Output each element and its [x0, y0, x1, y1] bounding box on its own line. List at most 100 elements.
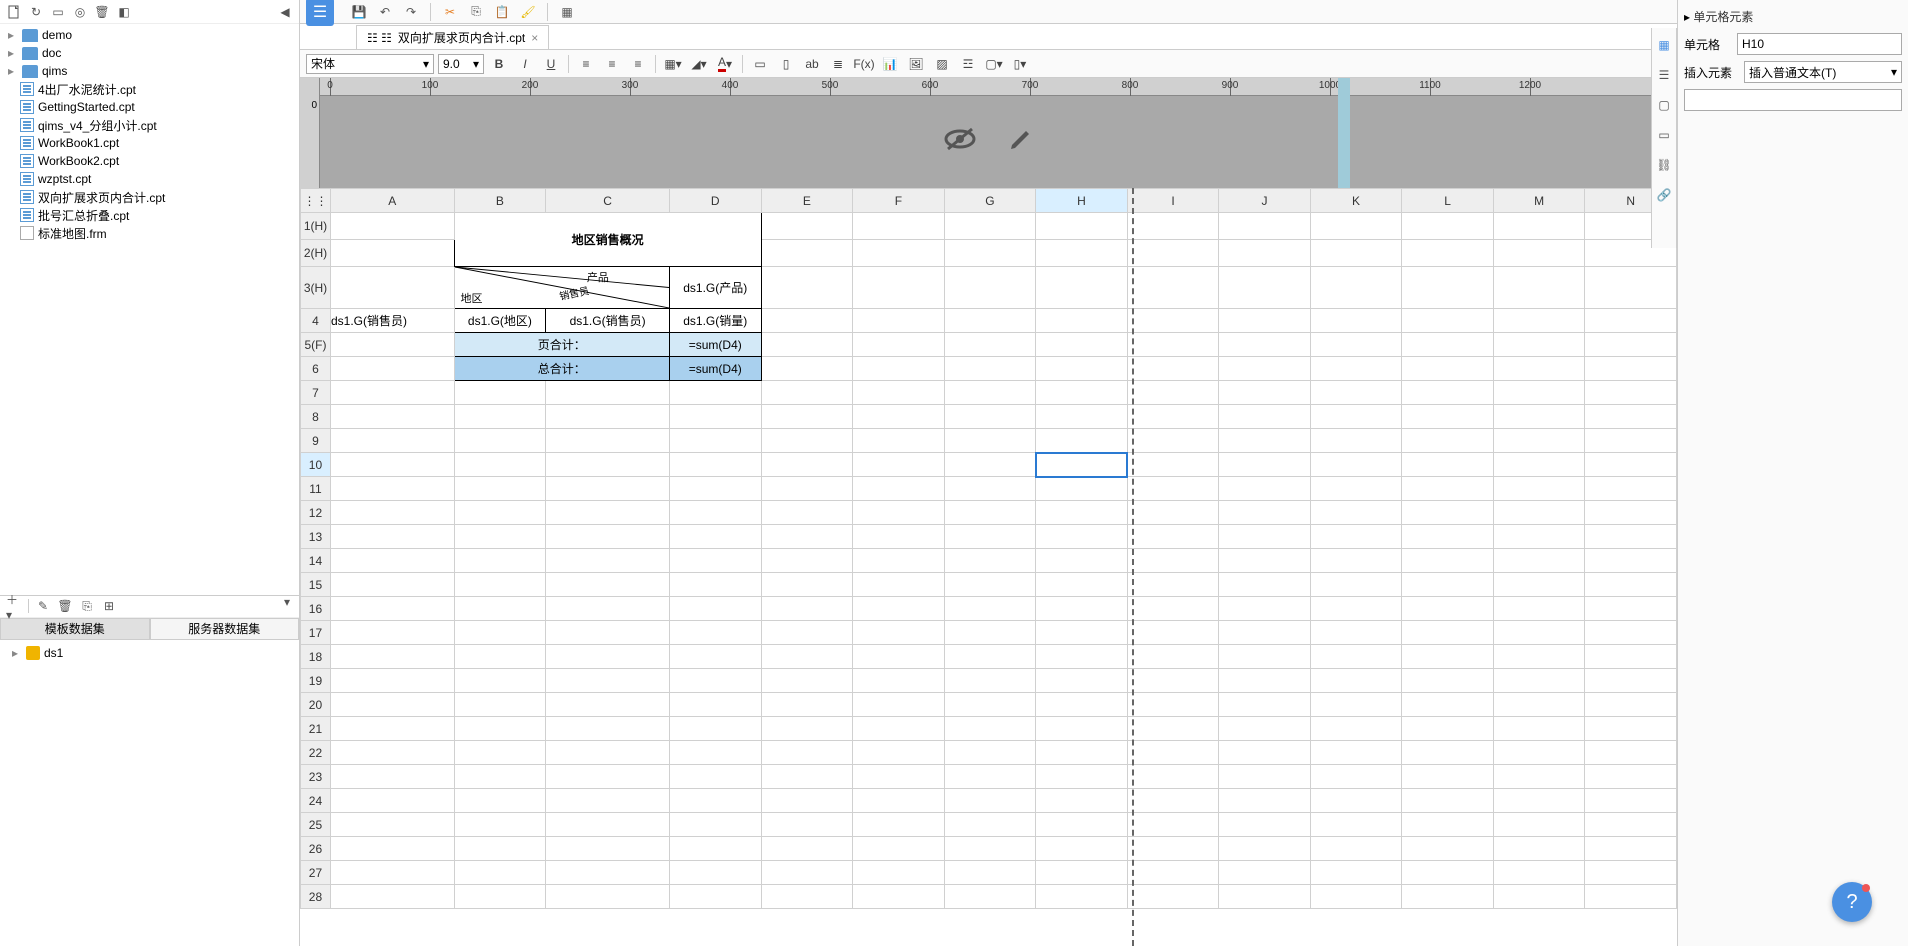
cell[interactable]	[1585, 501, 1677, 525]
cell[interactable]	[546, 525, 670, 549]
cell[interactable]	[546, 861, 670, 885]
file-item[interactable]: 标准地图.frm	[0, 224, 299, 242]
cell[interactable]	[1310, 213, 1402, 240]
dataset-item[interactable]: ▸ds1	[4, 644, 295, 662]
column-header[interactable]: M	[1493, 189, 1585, 213]
cell[interactable]	[1402, 717, 1494, 741]
cell[interactable]	[1127, 693, 1219, 717]
cell[interactable]	[1036, 333, 1128, 357]
cell[interactable]	[669, 573, 761, 597]
font-family-combo[interactable]: 宋体▾	[306, 54, 434, 74]
cell[interactable]	[669, 813, 761, 837]
column-header[interactable]: G	[944, 189, 1036, 213]
cell[interactable]	[853, 645, 945, 669]
file-item[interactable]: 双向扩展求页内合计.cpt	[0, 188, 299, 206]
cell[interactable]	[853, 573, 945, 597]
cell[interactable]	[1585, 525, 1677, 549]
cell[interactable]	[330, 333, 454, 357]
cell[interactable]	[853, 621, 945, 645]
cell[interactable]	[1127, 213, 1219, 240]
cell[interactable]	[1036, 357, 1128, 381]
cell[interactable]	[1493, 885, 1585, 909]
cell[interactable]	[454, 381, 546, 405]
cell[interactable]	[1036, 693, 1128, 717]
cell[interactable]	[944, 669, 1036, 693]
row-header[interactable]: 15	[301, 573, 331, 597]
cell[interactable]	[1127, 549, 1219, 573]
row-header[interactable]: 24	[301, 789, 331, 813]
cell[interactable]	[1585, 549, 1677, 573]
cell[interactable]	[669, 621, 761, 645]
page-marker[interactable]	[1338, 78, 1350, 188]
cell[interactable]	[454, 669, 546, 693]
cell[interactable]	[1493, 357, 1585, 381]
row-header[interactable]: 26	[301, 837, 331, 861]
cell[interactable]	[944, 240, 1036, 267]
cell[interactable]	[1402, 813, 1494, 837]
diagonal-header-cell[interactable]: 产品销售员地区	[454, 267, 669, 309]
file-item[interactable]: 批号汇总折叠.cpt	[0, 206, 299, 224]
column-header[interactable]: I	[1127, 189, 1219, 213]
row-header[interactable]: 21	[301, 717, 331, 741]
cell[interactable]	[330, 861, 454, 885]
cell[interactable]	[1219, 549, 1311, 573]
cell[interactable]	[454, 573, 546, 597]
cell[interactable]	[1402, 381, 1494, 405]
cell[interactable]	[853, 333, 945, 357]
cell[interactable]	[1402, 453, 1494, 477]
row-header[interactable]: 17	[301, 621, 331, 645]
slope-button[interactable]: ▨	[931, 53, 953, 75]
cell[interactable]	[853, 837, 945, 861]
cell[interactable]	[1310, 789, 1402, 813]
cell[interactable]	[1493, 645, 1585, 669]
cell[interactable]	[330, 597, 454, 621]
row-header[interactable]: 23	[301, 765, 331, 789]
column-header[interactable]: C	[546, 189, 670, 213]
cell[interactable]	[944, 789, 1036, 813]
cell[interactable]	[454, 597, 546, 621]
cell[interactable]	[944, 357, 1036, 381]
cell[interactable]	[1402, 669, 1494, 693]
cell[interactable]	[454, 429, 546, 453]
cut-icon[interactable]: ✂	[441, 3, 459, 21]
cell[interactable]	[454, 549, 546, 573]
cell[interactable]: 地区销售概况	[454, 213, 761, 267]
cell[interactable]	[330, 213, 454, 240]
cell[interactable]	[1402, 405, 1494, 429]
cell[interactable]	[853, 405, 945, 429]
link-icon[interactable]: 🔗	[1655, 186, 1673, 204]
cell[interactable]	[330, 381, 454, 405]
cell[interactable]	[454, 453, 546, 477]
collapse-left-icon[interactable]: ◀	[277, 4, 293, 20]
cell[interactable]	[1493, 453, 1585, 477]
cell[interactable]	[1036, 549, 1128, 573]
cell[interactable]	[1402, 549, 1494, 573]
cell[interactable]	[1127, 501, 1219, 525]
cell[interactable]	[546, 501, 670, 525]
cell[interactable]	[761, 213, 853, 240]
cell[interactable]	[1219, 573, 1311, 597]
cell[interactable]	[853, 525, 945, 549]
cell[interactable]	[546, 597, 670, 621]
cell[interactable]	[1493, 525, 1585, 549]
cell[interactable]	[1310, 645, 1402, 669]
cell[interactable]	[1127, 381, 1219, 405]
cell[interactable]	[454, 405, 546, 429]
cell[interactable]	[1219, 645, 1311, 669]
cell[interactable]	[330, 525, 454, 549]
cell[interactable]	[546, 381, 670, 405]
cell[interactable]	[1219, 381, 1311, 405]
cell[interactable]	[330, 405, 454, 429]
cell[interactable]	[330, 357, 454, 381]
cell[interactable]	[1585, 597, 1677, 621]
cell[interactable]	[1493, 213, 1585, 240]
cell[interactable]	[330, 789, 454, 813]
cell[interactable]	[853, 477, 945, 501]
fill-color-button[interactable]: ◢▾	[688, 53, 710, 75]
cell[interactable]	[1402, 741, 1494, 765]
cell[interactable]	[669, 765, 761, 789]
cell[interactable]	[761, 357, 853, 381]
cell[interactable]	[1310, 765, 1402, 789]
cell[interactable]	[1585, 333, 1677, 357]
cell[interactable]	[1310, 813, 1402, 837]
